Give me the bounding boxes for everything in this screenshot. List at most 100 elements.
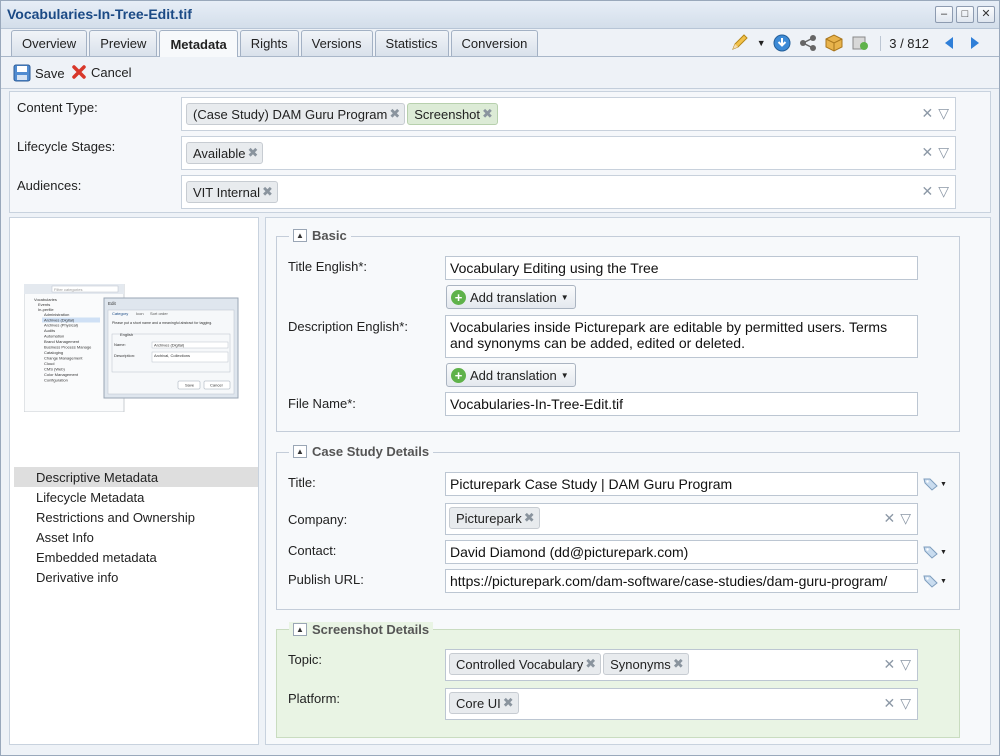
nav-lifecycle-metadata[interactable]: Lifecycle Metadata [14,487,258,507]
pencil-icon[interactable] [730,33,750,53]
platform-label: Platform: [288,691,341,706]
dialog-text: Please put a short name and a meaningful… [112,321,212,325]
remove-icon[interactable]: ✖ [262,184,273,200]
dropdown-icon[interactable]: ▽ [900,695,911,712]
tab-rights[interactable]: Rights [239,30,299,56]
package-icon[interactable] [824,33,844,53]
chip-topic-synonyms[interactable]: Synonyms ✖ [603,653,689,675]
content-type-label: Content Type: [17,100,98,115]
remove-icon[interactable]: ✖ [524,510,535,526]
metadata-nav: Descriptive Metadata Lifecycle Metadata … [14,467,258,587]
dialog-title: Edit [108,301,117,306]
contact-field[interactable]: David Diamond (dd@picturepark.com) [445,540,918,564]
case-study-title: Case Study Details [312,444,430,459]
chip-lifecycle-available[interactable]: Available ✖ [186,142,264,164]
maximize-button[interactable]: □ [956,6,974,23]
publish-url-label: Publish URL: [288,572,364,587]
tree-item: Business Process Manage [44,345,92,350]
window-title: Vocabularies-In-Tree-Edit.tif [7,6,192,22]
chevron-down-icon[interactable]: ▼ [756,33,766,53]
platform-field[interactable]: Core UI ✖ ✕ ▽ [445,688,918,720]
audiences-label: Audiences: [17,178,82,193]
cs-title-field[interactable]: Picturepark Case Study | DAM Guru Progra… [445,472,918,496]
download-icon[interactable] [772,33,792,53]
dropdown-icon[interactable]: ▽ [900,656,911,673]
collapse-icon[interactable]: ▲ [293,445,307,458]
title-english-field[interactable]: Vocabulary Editing using the Tree [445,256,918,280]
chip-label: Core UI [456,695,501,711]
asset-thumbnail[interactable]: Filter categories Vocabularies Events In… [23,283,240,413]
remove-icon[interactable]: ✖ [503,695,514,711]
tab-conversion[interactable]: Conversion [450,30,539,56]
basic-title: Basic [312,228,347,243]
description-english-label: Description English*: [288,319,408,334]
chip-audience-vit-internal[interactable]: VIT Internal ✖ [186,181,278,203]
dropdown-icon[interactable]: ▽ [900,510,911,527]
collapse-icon[interactable]: ▲ [293,229,307,242]
lifecycle-field[interactable]: Available ✖ ✕ ▽ [181,136,956,170]
dropdown-icon[interactable]: ▽ [938,144,949,161]
cancel-button[interactable]: Cancel [71,64,131,80]
audiences-field[interactable]: VIT Internal ✖ ✕ ▽ [181,175,956,209]
tree-item: Administration [44,312,69,317]
clear-icon[interactable]: ✕ [921,105,933,122]
file-name-field[interactable]: Vocabularies-In-Tree-Edit.tif [445,392,918,416]
minimize-button[interactable]: ‒ [935,6,953,23]
clear-icon[interactable]: ✕ [883,695,895,712]
add-translation-button[interactable]: + Add translation ▼ [446,363,576,387]
collapse-icon[interactable]: ▲ [293,623,307,636]
clear-icon[interactable]: ✕ [921,144,933,161]
chip-company-picturepark[interactable]: Picturepark ✖ [449,507,540,529]
refresh-icon[interactable] [850,33,870,53]
tab-overview[interactable]: Overview [11,30,88,56]
add-translation-label: Add translation [470,289,557,305]
remove-icon[interactable]: ✖ [248,145,259,161]
dropdown-icon[interactable]: ▽ [938,105,949,122]
close-button[interactable]: ✕ [977,6,995,23]
toolbar: Save Cancel [1,58,999,89]
left-pane: Filter categories Vocabularies Events In… [9,217,259,745]
chip-topic-controlled-vocabulary[interactable]: Controlled Vocabulary ✖ [449,653,602,675]
share-icon[interactable] [798,33,818,53]
publish-url-field[interactable]: https://picturepark.com/dam-software/cas… [445,569,918,593]
chip-label: Screenshot [414,106,481,122]
company-field[interactable]: Picturepark ✖ ✕ ▽ [445,503,918,535]
tab-metadata[interactable]: Metadata [159,30,238,57]
clear-icon[interactable]: ✕ [921,183,933,200]
remove-icon[interactable]: ✖ [673,656,684,672]
classification-panel: Content Type: (Case Study) DAM Guru Prog… [9,91,991,213]
chip-content-type-screenshot[interactable]: Screenshot ✖ [407,103,498,125]
nav-asset-info[interactable]: Asset Info [14,527,258,547]
nav-restrictions-ownership[interactable]: Restrictions and Ownership [14,507,258,527]
nav-derivative-info[interactable]: Derivative info [14,567,258,587]
chip-content-type-case-study[interactable]: (Case Study) DAM Guru Program ✖ [186,103,406,125]
dropdown-icon[interactable]: ▽ [938,183,949,200]
clear-icon[interactable]: ✕ [883,656,895,673]
next-icon[interactable] [965,33,985,53]
clear-icon[interactable]: ✕ [883,510,895,527]
tree-item: Cloud [44,361,54,366]
remove-icon[interactable]: ✖ [585,656,596,672]
content-type-field[interactable]: (Case Study) DAM Guru Program ✖ Screensho… [181,97,956,131]
tag-icon[interactable]: ▼ [923,545,947,559]
tab-preview[interactable]: Preview [89,30,158,56]
tab-statistics[interactable]: Statistics [374,30,449,56]
dialog-button: Cancel [210,383,223,388]
cancel-icon [72,65,86,79]
previous-icon[interactable] [939,33,959,53]
screenshot-section: ▲ Screenshot Details Topic: Controlled V… [276,622,960,738]
tag-icon[interactable]: ▼ [923,477,947,491]
dialog-value: Archives (Digital) [154,343,185,348]
tab-versions[interactable]: Versions [300,30,373,56]
topic-field[interactable]: Controlled Vocabulary ✖ Synonyms ✖ ✕ ▽ [445,649,918,681]
remove-icon[interactable]: ✖ [389,106,400,122]
save-button[interactable]: Save [13,64,65,82]
tag-icon[interactable]: ▼ [923,574,947,588]
add-translation-button[interactable]: + Add translation ▼ [446,285,576,309]
chip-platform-core-ui[interactable]: Core UI ✖ [449,692,519,714]
description-english-field[interactable]: Vocabularies inside Picturepark are edit… [445,315,918,358]
case-study-section: ▲ Case Study Details Title: Picturepark … [276,444,960,610]
nav-embedded-metadata[interactable]: Embedded metadata [14,547,258,567]
nav-descriptive-metadata[interactable]: Descriptive Metadata [14,467,258,487]
remove-icon[interactable]: ✖ [482,106,493,122]
